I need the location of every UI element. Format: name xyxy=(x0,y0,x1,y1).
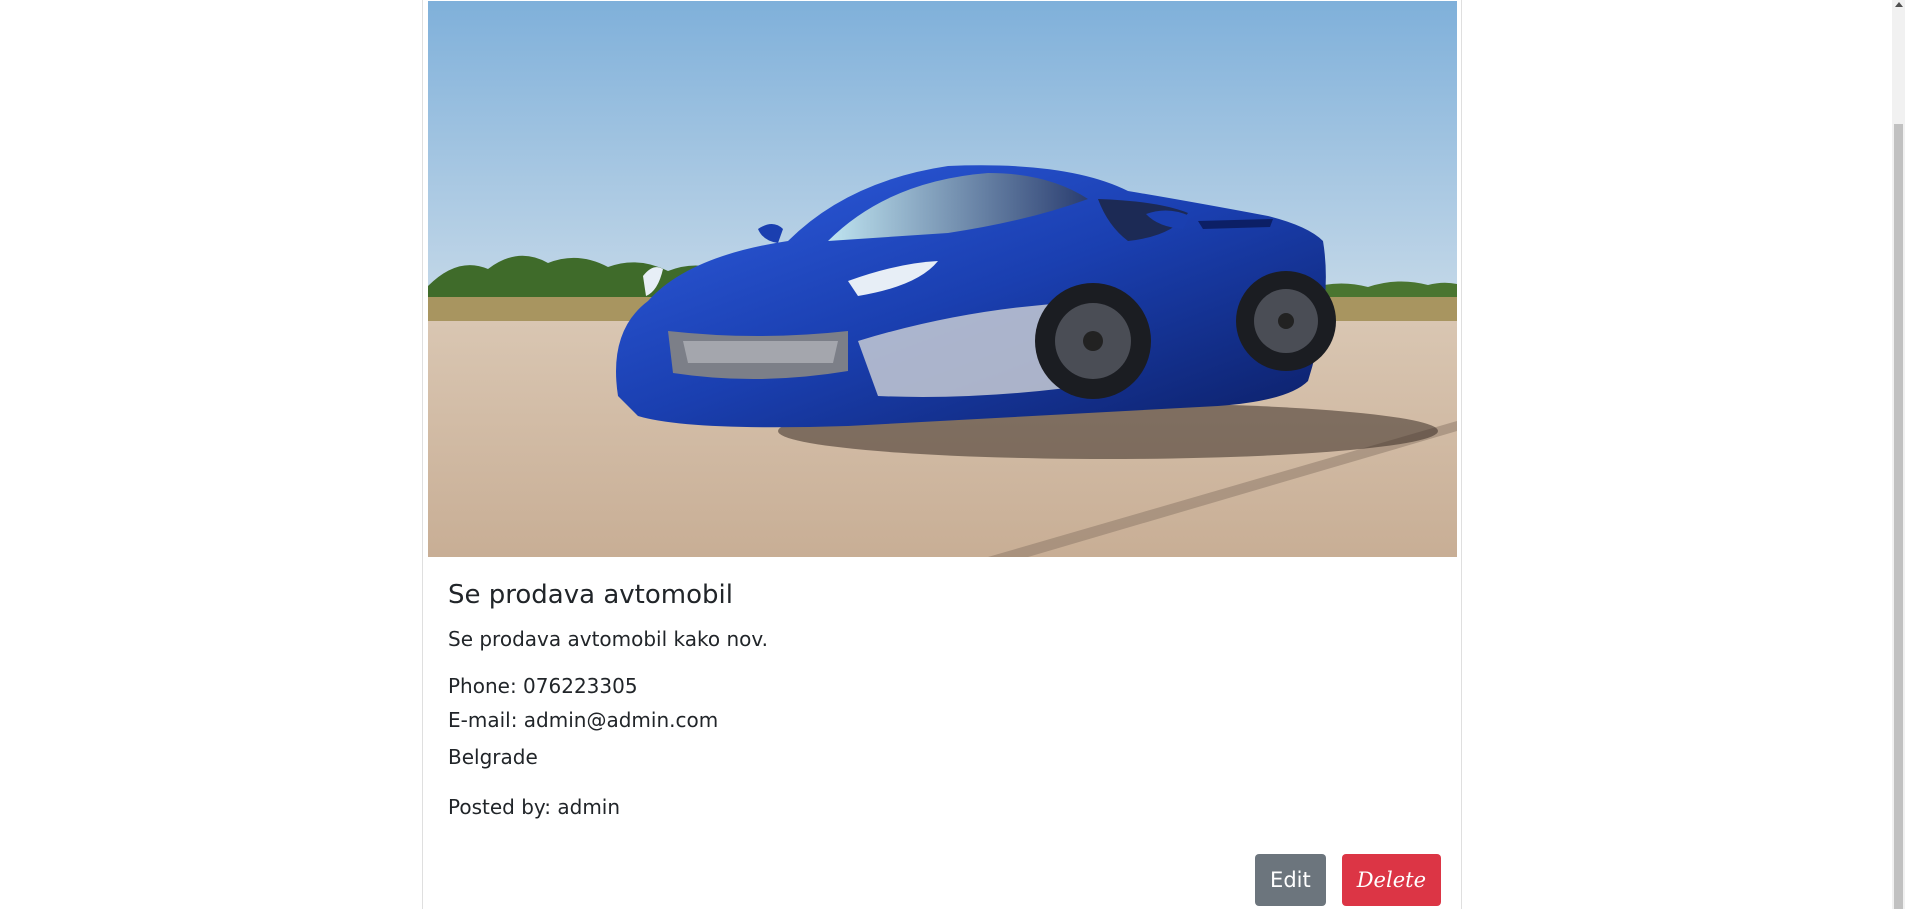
scroll-up-arrow-icon[interactable] xyxy=(1895,2,1903,7)
listing-posted-by: Posted by: admin xyxy=(448,795,621,819)
listing-actions: Edit Delete xyxy=(1255,854,1441,906)
listing-phone: Phone: 076223305 xyxy=(448,674,638,698)
delete-button[interactable]: Delete xyxy=(1341,854,1441,906)
listing-email: E-mail: admin@admin.com xyxy=(448,708,719,732)
listing-details: Se prodava avtomobil Se prodava avtomobi… xyxy=(448,577,1441,821)
page: Se prodava avtomobil Se prodava avtomobi… xyxy=(0,0,1905,909)
vertical-scrollbar[interactable] xyxy=(1892,0,1905,909)
scroll-thumb[interactable] xyxy=(1894,124,1903,909)
listing-title: Se prodava avtomobil xyxy=(448,580,733,610)
listing-card: Se prodava avtomobil Se prodava avtomobi… xyxy=(422,0,1462,909)
car-photo xyxy=(428,1,1457,557)
listing-city: Belgrade xyxy=(448,745,538,769)
edit-button[interactable]: Edit xyxy=(1255,854,1326,906)
listing-description: Se prodava avtomobil kako nov. xyxy=(448,627,769,651)
